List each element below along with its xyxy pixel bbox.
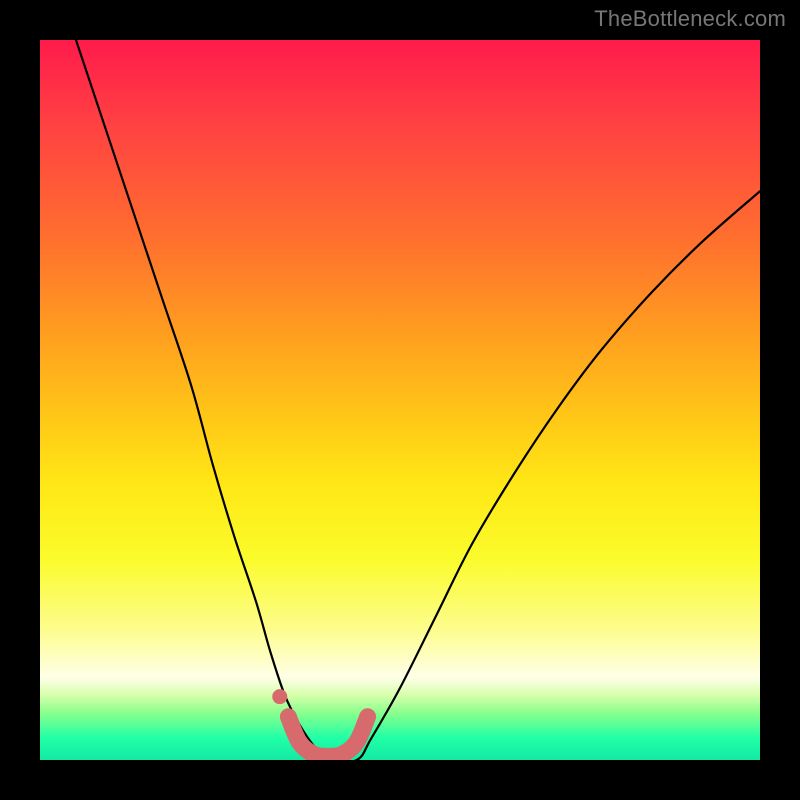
watermark-text: TheBottleneck.com: [594, 6, 786, 32]
curve-layer: [40, 40, 760, 760]
plot-area: [40, 40, 760, 760]
bottom-arc-highlight: [288, 717, 367, 757]
bottom-arc-dot: [272, 689, 287, 704]
chart-frame: TheBottleneck.com: [0, 0, 800, 800]
bottleneck-curve: [76, 40, 760, 760]
